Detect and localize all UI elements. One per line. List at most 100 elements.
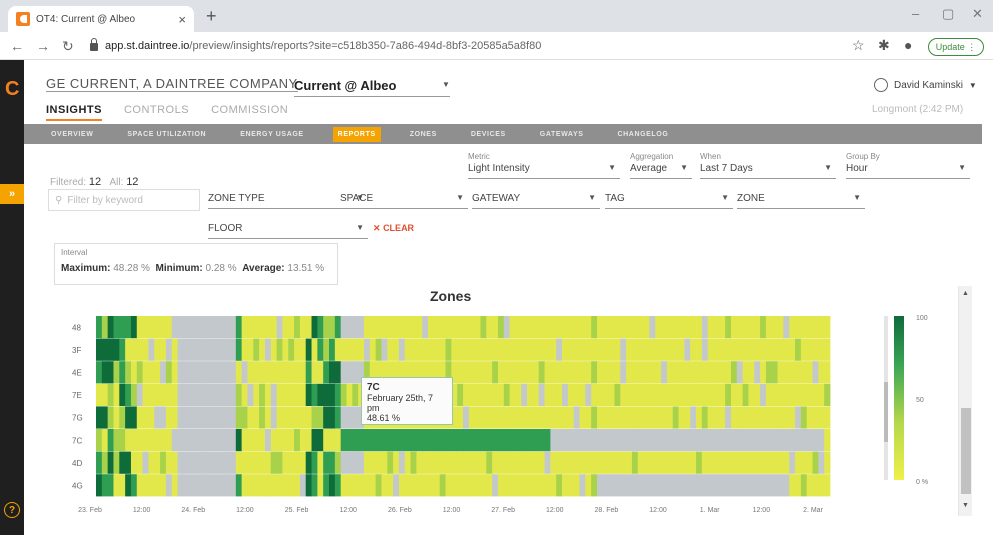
chevron-down-icon[interactable]: ▼	[442, 80, 450, 89]
chevron-down-icon: ▼	[680, 163, 688, 172]
browser-tab[interactable]: OT4: Current @ Albeo ×	[8, 6, 194, 32]
heatmap-cell	[422, 429, 429, 452]
close-window-icon[interactable]: ✕	[972, 6, 983, 22]
search-input[interactable]: ⚲ Filter by keyword	[48, 189, 200, 211]
heatmap-cell	[387, 429, 394, 452]
heatmap-cell	[515, 338, 522, 361]
tab-insights[interactable]: INSIGHTS	[46, 104, 102, 121]
gateway-select[interactable]: GATEWAY ▼	[472, 193, 600, 209]
heatmap-cell	[515, 316, 522, 339]
heatmap-cell	[556, 316, 563, 339]
heatmap-cell	[433, 474, 441, 497]
help-icon[interactable]: ?	[4, 502, 20, 518]
heatmap-cell	[171, 316, 178, 339]
space-select[interactable]: SPACE ▼	[340, 193, 468, 209]
heatmap-cell	[480, 361, 487, 384]
heatmap-cell	[165, 361, 173, 384]
heatmap-cell	[346, 429, 353, 452]
reload-icon[interactable]: ↻	[62, 38, 74, 55]
heatmap-cell	[614, 451, 621, 474]
floor-select[interactable]: FLOOR ▼	[208, 223, 368, 239]
heatmap-cell	[130, 406, 138, 429]
heatmap-cell	[299, 451, 307, 474]
close-tab-icon[interactable]: ×	[178, 12, 186, 27]
minimize-icon[interactable]: –	[912, 6, 919, 21]
heatmap-cell	[765, 361, 773, 384]
metric-select[interactable]: Light Intensity ▼	[468, 163, 620, 179]
heatmap-cell	[387, 474, 394, 497]
heatmap-cell	[544, 383, 551, 406]
heatmap-cell	[538, 474, 545, 497]
heatmap-cell	[707, 429, 714, 452]
scroll-thumb[interactable]	[961, 408, 971, 494]
subnav-space-utilization[interactable]: SPACE UTILIZATION	[122, 127, 211, 142]
heatmap-cell	[696, 338, 703, 361]
aggregation-select[interactable]: Average ▼	[630, 163, 692, 179]
back-icon[interactable]: ←	[10, 38, 24, 54]
heatmap-cell	[637, 474, 644, 497]
heatmap-cell	[486, 383, 493, 406]
chart-scrollbar[interactable]: ▲ ▼	[958, 286, 972, 516]
group-by-select[interactable]: Hour ▼	[846, 163, 970, 179]
filtered-label: Filtered:	[50, 177, 87, 188]
zone-select[interactable]: ZONE ▼	[737, 193, 865, 209]
heatmap-cell	[352, 338, 359, 361]
clear-filters-button[interactable]: ✕ CLEAR	[373, 223, 414, 234]
heatmap-cell	[189, 316, 196, 339]
heatmap-cell	[631, 429, 639, 452]
heatmap-cell	[608, 406, 615, 429]
heatmap-cell	[585, 316, 592, 339]
expand-sidebar-icon[interactable]: »	[0, 184, 24, 204]
maximize-icon[interactable]: ▢	[942, 6, 954, 22]
heatmap-cell	[532, 429, 540, 452]
tab-controls[interactable]: CONTROLS	[124, 104, 189, 121]
extensions-icon[interactable]: ✱	[878, 37, 890, 54]
heatmap-cell	[241, 338, 248, 361]
subnav-gateways[interactable]: GATEWAYS	[535, 127, 589, 142]
chevron-down-icon: ▼	[853, 193, 861, 202]
heatmap-cell	[556, 338, 563, 361]
heatmap-cell	[789, 474, 796, 497]
subnav-reports[interactable]: REPORTS	[332, 126, 381, 142]
scroll-up-icon[interactable]: ▲	[962, 290, 969, 297]
heatmap-cell	[195, 383, 202, 406]
heatmap-cell	[474, 474, 481, 497]
heatmap-cell	[585, 338, 592, 361]
heatmap-cell	[573, 474, 580, 497]
heatmap-cell	[247, 316, 254, 339]
new-tab-icon[interactable]: +	[206, 6, 217, 27]
subnav-changelog[interactable]: CHANGELOG	[612, 127, 673, 142]
tag-select[interactable]: TAG ▼	[605, 193, 733, 209]
heatmap-cell	[713, 361, 720, 384]
heatmap-cell	[130, 361, 138, 384]
heatmap-cell	[591, 383, 598, 406]
heatmap-cell	[812, 406, 819, 429]
user-menu[interactable]: David Kaminski ▼	[874, 78, 977, 92]
heatmap-cell	[707, 316, 714, 339]
heatmap-cell	[311, 361, 318, 384]
update-button[interactable]: Update ⋮	[928, 38, 984, 56]
subnav-devices[interactable]: DEVICES	[466, 127, 511, 142]
profile-icon[interactable]: ●	[904, 37, 912, 53]
forward-icon[interactable]: →	[36, 38, 50, 54]
app-sidebar: C » ?	[0, 60, 24, 535]
tab-commission[interactable]: COMMISSION	[211, 104, 288, 121]
heatmap-cell	[352, 316, 359, 339]
heatmap-cell	[701, 361, 709, 384]
subnav-overview[interactable]: OVERVIEW	[46, 127, 98, 142]
heatmap-cell	[235, 406, 243, 429]
heatmap-cell	[165, 316, 173, 339]
heatmap-cell	[631, 361, 639, 384]
heatmap-cell	[730, 338, 738, 361]
heatmap-cell	[154, 383, 161, 406]
when-select[interactable]: Last 7 Days ▼	[700, 163, 836, 179]
company-name[interactable]: GE CURRENT, A DAINTREE COMPANY	[46, 76, 298, 92]
scroll-down-icon[interactable]: ▼	[962, 502, 969, 509]
subnav-zones[interactable]: ZONES	[405, 127, 442, 142]
site-select[interactable]: Current @ Albeo	[294, 78, 396, 93]
heatmap-cell	[585, 429, 592, 452]
bookmark-star-icon[interactable]: ☆	[852, 37, 865, 54]
heatmap-cell	[241, 383, 248, 406]
address-bar[interactable]: app.st.daintree.io/preview/insights/repo…	[90, 36, 830, 56]
subnav-energy-usage[interactable]: ENERGY USAGE	[235, 127, 308, 142]
